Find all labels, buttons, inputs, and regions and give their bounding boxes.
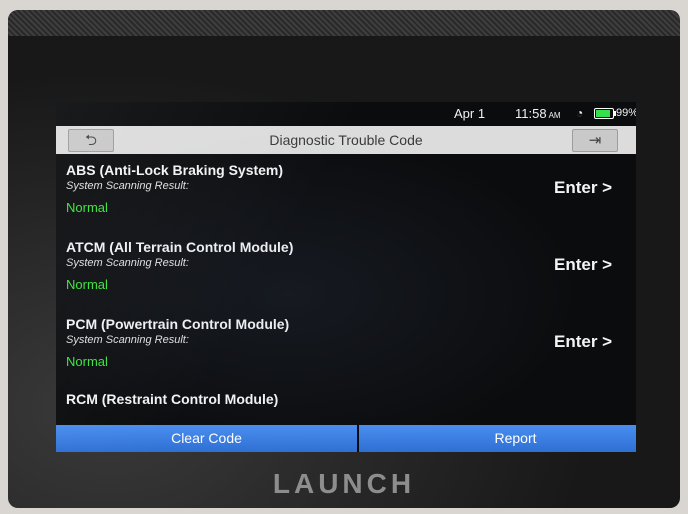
battery-percent: 99% <box>616 107 636 119</box>
scan-result-status: Normal <box>66 277 108 292</box>
list-item-atcm[interactable]: ATCM (All Terrain Control Module) System… <box>56 235 636 311</box>
enter-button[interactable]: Enter > <box>554 178 612 198</box>
enter-button[interactable]: Enter > <box>554 332 612 352</box>
status-time-value: 11:58 <box>515 106 547 121</box>
scan-result-label: System Scanning Result: <box>66 257 189 269</box>
title-bar: ⮌ Diagnostic Trouble Code ⇥ <box>56 126 636 154</box>
list-item-pcm[interactable]: PCM (Powertrain Control Module) System S… <box>56 312 636 388</box>
system-name: PCM (Powertrain Control Module) <box>66 316 290 332</box>
exit-button[interactable]: ⇥ <box>572 129 618 152</box>
status-bar: Apr 1 11:58 AM ◔ 99% <box>56 102 636 124</box>
scan-result-label: System Scanning Result: <box>66 334 189 346</box>
battery-icon <box>594 108 616 119</box>
clear-code-button[interactable]: Clear Code <box>56 425 357 452</box>
exit-door-icon: ⇥ <box>588 132 602 149</box>
screen: Apr 1 11:58 AM ◔ 99% ⮌ Diagnostic Trouble… <box>56 102 636 452</box>
brand-logo: LAUNCH <box>272 468 416 499</box>
wifi-icon: ◔ <box>576 106 584 120</box>
scan-result-status: Normal <box>66 354 108 369</box>
bottom-bar: Clear Code Report <box>56 425 636 452</box>
page-title: Diagnostic Trouble Code <box>269 132 423 148</box>
list-item-rcm[interactable]: RCM (Restraint Control Module) <box>56 387 636 426</box>
speaker-grille <box>8 10 680 36</box>
list-item-abs[interactable]: ABS (Anti-Lock Braking System) System Sc… <box>56 158 636 234</box>
scan-result-status: Normal <box>66 200 108 215</box>
system-name: ABS (Anti-Lock Braking System) <box>66 162 284 178</box>
status-date: Apr 1 <box>454 106 486 121</box>
report-button[interactable]: Report <box>359 425 636 452</box>
scan-tool-device: Apr 1 11:58 AM ◔ 99% ⮌ Diagnostic Trouble… <box>8 10 680 508</box>
system-name: ATCM (All Terrain Control Module) <box>66 239 294 255</box>
status-time: 11:58 AM <box>515 106 561 121</box>
enter-button[interactable]: Enter > <box>554 255 612 275</box>
status-ampm: AM <box>548 111 561 120</box>
scan-result-label: System Scanning Result: <box>66 180 189 192</box>
system-name: RCM (Restraint Control Module) <box>66 391 279 407</box>
battery-fill <box>596 110 610 117</box>
system-list: ABS (Anti-Lock Braking System) System Sc… <box>56 158 636 426</box>
